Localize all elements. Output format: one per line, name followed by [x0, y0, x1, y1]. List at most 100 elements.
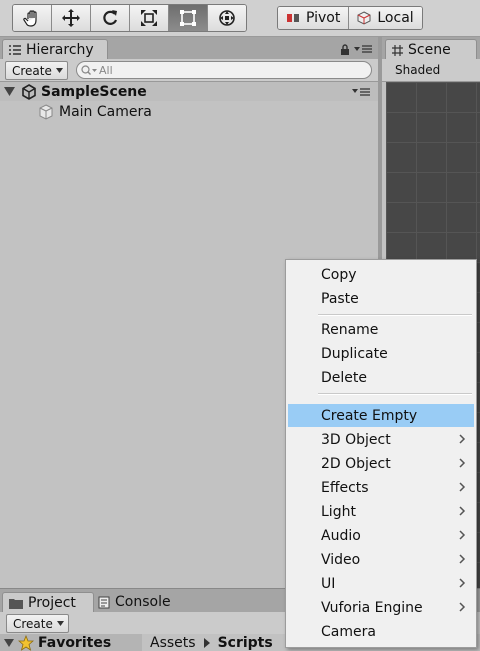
menu-item-create-empty[interactable]: Create Empty: [288, 404, 474, 427]
menu-item-paste[interactable]: Paste: [288, 287, 474, 310]
tab-console-label: Console: [115, 594, 171, 610]
menu-item-copy[interactable]: Copy: [288, 263, 474, 286]
scale-tool-button[interactable]: [130, 5, 169, 31]
chevron-right-icon: [459, 434, 466, 444]
scene-tabbar: Scene: [382, 37, 480, 60]
expand-arrow-icon[interactable]: [4, 87, 15, 96]
menu-item-label: Video: [321, 551, 361, 568]
panel-menu-icon[interactable]: [354, 45, 372, 54]
tab-scene[interactable]: Scene: [385, 39, 477, 60]
chevron-right-icon: [459, 506, 466, 516]
local-label: Local: [377, 10, 414, 26]
menu-separator: [318, 393, 472, 395]
dropdown-arrow-icon: [55, 68, 63, 73]
hand-tool-button[interactable]: [13, 5, 52, 31]
breadcrumb-scripts[interactable]: Scripts: [218, 635, 273, 651]
menu-item-delete[interactable]: Delete: [288, 366, 474, 389]
unity-scene-icon: [22, 83, 36, 100]
breadcrumb-chevron-icon: [203, 638, 210, 648]
transform-tool-icon: [219, 10, 235, 26]
tab-project[interactable]: Project: [2, 592, 94, 613]
scene-row[interactable]: SampleScene: [0, 82, 378, 101]
menu-separator: [318, 314, 472, 316]
menu-item-vuforia-engine[interactable]: Vuforia Engine: [288, 596, 474, 619]
rect-tool-button[interactable]: [169, 5, 208, 31]
chevron-right-icon: [459, 458, 466, 468]
scene-menu-icon[interactable]: [352, 88, 370, 96]
hierarchy-create-label: Create: [12, 63, 52, 78]
menu-item-duplicate[interactable]: Duplicate: [288, 342, 474, 365]
menu-item-label: 3D Object: [321, 431, 391, 448]
local-cube-icon: [357, 11, 371, 25]
transform-tool-group: [12, 4, 247, 32]
menu-item-label: Camera: [321, 623, 376, 640]
menu-item-label: 2D Object: [321, 455, 391, 472]
rect-tool-icon: [180, 10, 196, 26]
menu-item-effects[interactable]: Effects: [288, 476, 474, 499]
chevron-right-icon: [459, 482, 466, 492]
menu-item-camera[interactable]: Camera: [288, 620, 474, 643]
menu-item-label: Vuforia Engine: [321, 599, 423, 616]
menu-item-light[interactable]: Light: [288, 500, 474, 523]
menu-item-ui[interactable]: UI: [288, 572, 474, 595]
list-icon: [9, 45, 21, 55]
search-placeholder: All: [99, 63, 113, 77]
move-tool-button[interactable]: [52, 5, 91, 31]
folder-icon: [9, 598, 23, 609]
breadcrumb-assets[interactable]: Assets: [150, 635, 196, 651]
rotate-tool-icon: [103, 10, 118, 25]
menu-item-label: UI: [321, 575, 336, 592]
hierarchy-search-input[interactable]: All: [76, 61, 372, 79]
menu-item-label: Light: [321, 503, 356, 520]
shading-mode-dropdown[interactable]: Shaded: [395, 63, 440, 77]
menu-item-label: Paste: [321, 290, 359, 307]
tab-hierarchy[interactable]: Hierarchy: [2, 39, 108, 60]
pivot-toggle-button[interactable]: Pivot: [278, 7, 350, 29]
tab-project-label: Project: [28, 595, 76, 611]
hierarchy-create-button[interactable]: Create: [5, 61, 68, 80]
expand-arrow-icon[interactable]: [4, 638, 14, 647]
hierarchy-tabbar: Hierarchy: [0, 37, 378, 60]
local-toggle-button[interactable]: Local: [349, 7, 422, 29]
scale-tool-icon: [141, 10, 157, 26]
favorites-label: Favorites: [38, 634, 112, 651]
menu-item-2d-object[interactable]: 2D Object: [288, 452, 474, 475]
tab-hierarchy-label: Hierarchy: [26, 42, 94, 58]
hand-tool-icon: [23, 10, 37, 27]
move-tool-icon: [62, 9, 80, 27]
project-create-button[interactable]: Create: [6, 614, 69, 633]
main-toolbar: Pivot Local: [0, 0, 480, 37]
grid-icon: [392, 44, 403, 56]
hierarchy-item-main-camera[interactable]: Main Camera: [0, 102, 378, 122]
lock-icon[interactable]: [340, 44, 350, 55]
menu-item-label: Rename: [321, 321, 379, 338]
pivot-icon: [287, 14, 299, 22]
rotate-tool-button[interactable]: [91, 5, 130, 31]
pivot-group: Pivot Local: [277, 6, 423, 30]
menu-item-label: Effects: [321, 479, 369, 496]
gameobject-cube-icon: [39, 104, 53, 120]
chevron-right-icon: [459, 554, 466, 564]
tab-console[interactable]: Console: [98, 594, 171, 610]
menu-item-3d-object[interactable]: 3D Object: [288, 428, 474, 451]
menu-item-video[interactable]: Video: [288, 548, 474, 571]
hierarchy-toolbar: Create All: [0, 59, 378, 82]
favorites-row[interactable]: Favorites: [0, 634, 142, 651]
scene-toolbar: Shaded: [382, 59, 480, 82]
console-icon: [98, 596, 110, 608]
chevron-right-icon: [459, 602, 466, 612]
chevron-right-icon: [459, 530, 466, 540]
pivot-label: Pivot: [306, 10, 341, 26]
breadcrumb: Assets Scripts: [150, 635, 273, 651]
menu-item-label: Copy: [321, 266, 357, 283]
search-icon: [81, 64, 97, 75]
menu-item-label: Duplicate: [321, 345, 388, 362]
menu-item-label: Create Empty: [321, 407, 418, 424]
scene-name: SampleScene: [41, 83, 147, 100]
menu-item-label: Audio: [321, 527, 361, 544]
transform-tool-button[interactable]: [208, 5, 246, 31]
dropdown-arrow-icon: [56, 621, 64, 626]
menu-item-audio[interactable]: Audio: [288, 524, 474, 547]
hierarchy-item-label: Main Camera: [59, 104, 152, 120]
menu-item-rename[interactable]: Rename: [288, 318, 474, 341]
